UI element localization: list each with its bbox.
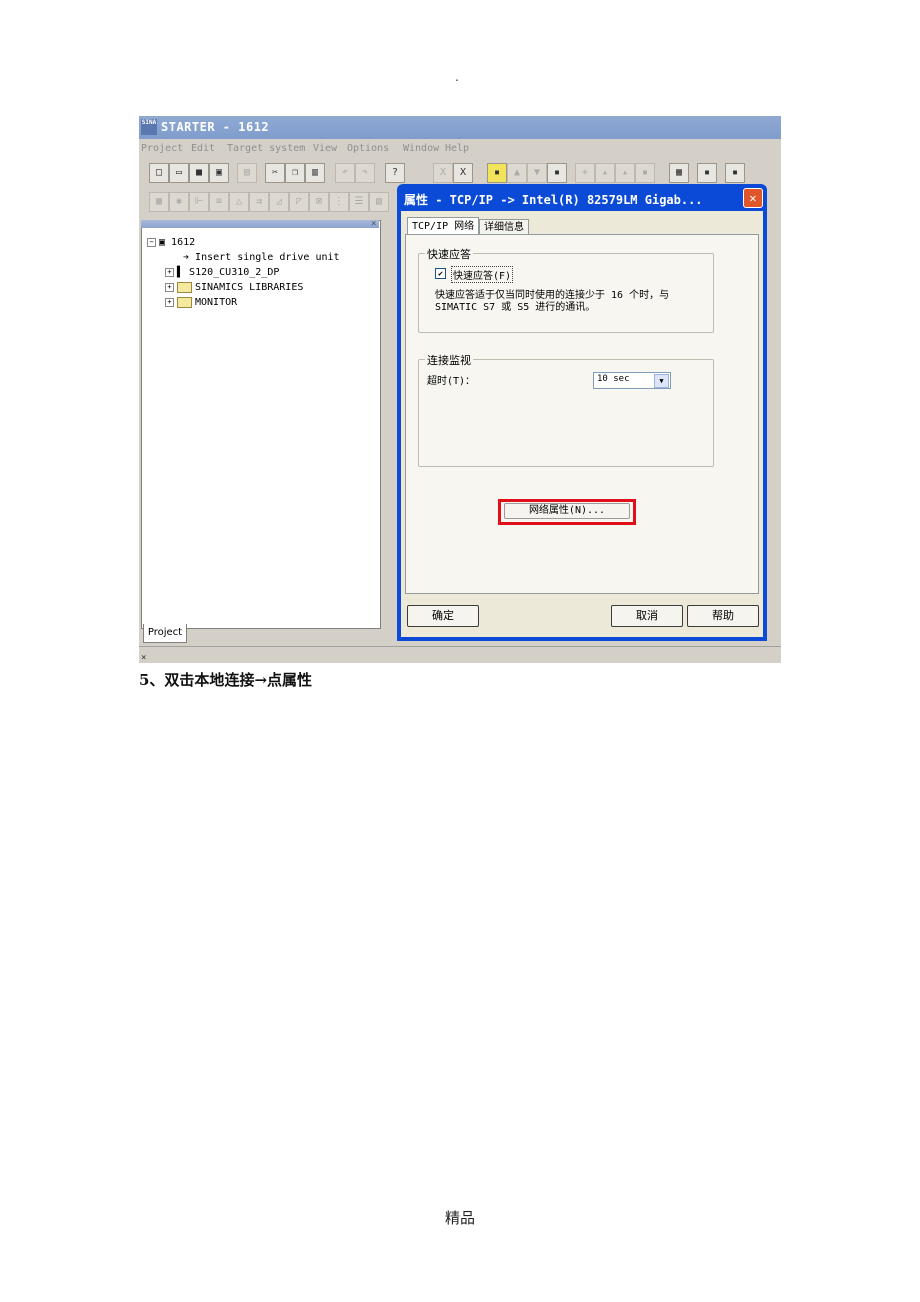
help-pointer-icon[interactable]: ? [385, 163, 405, 183]
tab-details[interactable]: 详细信息 [479, 219, 529, 235]
page-footer: 精品 [444, 1209, 475, 1227]
device-icon[interactable]: ▴ [615, 163, 635, 183]
project-icon: ▣ [159, 237, 172, 248]
quick-ack-label[interactable]: 快速应答(F) [451, 266, 514, 283]
connect-online-icon[interactable]: ▪ [487, 163, 507, 183]
tab-project[interactable]: Project [143, 624, 187, 643]
tab-panel: 快速应答 ✔ 快速应答(F) 快速应答适于仅当同时使用的连接少于 16 个时，与… [405, 234, 759, 594]
expand-icon[interactable]: + [165, 282, 174, 292]
drive-tool-9-icon[interactable]: ⊠ [309, 192, 329, 212]
open-icon[interactable]: ▭ [169, 163, 189, 183]
menu-options[interactable]: Options [347, 143, 389, 154]
status-close-icon[interactable]: × [141, 653, 146, 663]
toolbar-drive: ▦ ✱ ⊩ ≡ △ ⇉ ◿ ◸ ⊠ ⋮ ☰ ▧ [145, 192, 405, 214]
network-properties-button[interactable]: 网络属性(N)... [504, 503, 630, 519]
drive-tool-4-icon[interactable]: ≡ [209, 192, 229, 212]
drive-tool-10-icon[interactable]: ⋮ [329, 192, 349, 212]
toolbar-settings-icon[interactable]: ▪ [697, 163, 717, 183]
status-bar: × [139, 646, 781, 663]
toolbar-online: X X ▪ ▲ ▼ ▪ + ▴ ▴ ▪ ▦ ▪ ▪ [403, 163, 781, 185]
drive-tool-7-icon[interactable]: ◿ [269, 192, 289, 212]
drive-tool-2-icon[interactable]: ✱ [169, 192, 189, 212]
redo-icon[interactable]: ↷ [355, 163, 375, 183]
tree-item-project[interactable]: − ▣ 1612 [147, 236, 195, 250]
help-button[interactable]: 帮助 [687, 605, 759, 627]
control-icon[interactable]: + [575, 163, 595, 183]
new-icon[interactable]: □ [149, 163, 169, 183]
tree-item-libraries[interactable]: + SINAMICS LIBRARIES [165, 281, 303, 295]
menu-help[interactable]: Help [445, 143, 469, 154]
drive-tool-5-icon[interactable]: △ [229, 192, 249, 212]
print-icon[interactable]: ▤ [237, 163, 257, 183]
tab-tcpip-network[interactable]: TCP/IP 网络 [407, 217, 480, 235]
menu-window[interactable]: Window [403, 143, 439, 154]
variable-x2-icon[interactable]: X [453, 163, 473, 183]
drive-unit-icon: ▌ [177, 267, 190, 278]
folder-icon [177, 296, 192, 308]
copy-icon[interactable]: ❐ [285, 163, 305, 183]
cancel-button[interactable]: 取消 [611, 605, 683, 627]
save-compile-icon[interactable]: ▣ [209, 163, 229, 183]
folder-icon [177, 281, 192, 293]
quick-ack-group: 快速应答 ✔ 快速应答(F) 快速应答适于仅当同时使用的连接少于 16 个时，与… [418, 246, 714, 333]
target-device-icon[interactable]: ▪ [547, 163, 567, 183]
dialog-body: TCP/IP 网络 详细信息 快速应答 ✔ 快速应答(F) 快速应答适于仅当同时… [401, 211, 763, 637]
accessible-nodes-icon[interactable]: ▦ [669, 163, 689, 183]
menu-view[interactable]: View [313, 143, 337, 154]
drive-tool-3-icon[interactable]: ⊩ [189, 192, 209, 212]
window-title: STARTER - 1612 [161, 120, 270, 134]
app-icon: SINA [141, 119, 157, 135]
chevron-down-icon[interactable]: ▼ [654, 374, 669, 388]
variable-x1-icon[interactable]: X [433, 163, 453, 183]
collapse-icon[interactable]: − [147, 237, 156, 247]
undo-icon[interactable]: ↶ [335, 163, 355, 183]
insert-icon: ➔ [183, 252, 196, 263]
drive-tool-6-icon[interactable]: ⇉ [249, 192, 269, 212]
starter-window: SINA STARTER - 1612 Project Edit Target … [139, 116, 781, 663]
page-marker: . [455, 70, 459, 84]
drive-tool-11-icon[interactable]: ☰ [349, 192, 369, 212]
save-icon[interactable]: ■ [189, 163, 209, 183]
drive-tool-1-icon[interactable]: ▦ [149, 192, 169, 212]
menu-target-system[interactable]: Target system [227, 143, 305, 154]
expand-icon[interactable]: + [165, 297, 174, 307]
drive-tool-12-icon[interactable]: ▧ [369, 192, 389, 212]
restore-icon[interactable]: ▪ [635, 163, 655, 183]
step-caption: 5、双击本地连接→点属性 [139, 671, 313, 689]
cut-icon[interactable]: ✂ [265, 163, 285, 183]
timeout-label: 超时(T)： [427, 376, 476, 387]
connection-monitor-group-label: 连接监视 [425, 352, 473, 368]
drive-tool-8-icon[interactable]: ◸ [289, 192, 309, 212]
connection-monitor-group: 连接监视 超时(T)： 10 sec ▼ [418, 352, 714, 467]
dialog-title: 属性 - TCP/IP -> Intel(R) 82579LM Gigab... [404, 193, 703, 207]
ok-button[interactable]: 确定 [407, 605, 479, 627]
window-titlebar: SINA STARTER - 1612 [139, 116, 781, 139]
quick-ack-group-label: 快速应答 [425, 246, 473, 262]
download-icon[interactable]: ▲ [507, 163, 527, 183]
timeout-value: 10 sec [597, 374, 630, 384]
quick-ack-checkbox[interactable]: ✔ [435, 268, 446, 279]
tree-item-monitor[interactable]: + MONITOR [165, 296, 237, 310]
close-icon[interactable]: ✕ [743, 188, 763, 208]
menu-edit[interactable]: Edit [191, 143, 215, 154]
paste-icon[interactable]: ▥ [305, 163, 325, 183]
project-navigator-header [141, 220, 379, 228]
panel-close-icon[interactable]: × [371, 219, 376, 229]
expand-icon[interactable]: + [165, 267, 174, 277]
quick-ack-description-2: SIMATIC S7 或 S5 进行的通讯。 [435, 302, 596, 313]
toolbar-extra-icon[interactable]: ▪ [725, 163, 745, 183]
properties-dialog: 属性 - TCP/IP -> Intel(R) 82579LM Gigab...… [397, 184, 767, 641]
timeout-select[interactable]: 10 sec ▼ [593, 372, 671, 389]
menu-project[interactable]: Project [141, 143, 183, 154]
ram-rom-icon[interactable]: ▴ [595, 163, 615, 183]
tree-item-insert-drive[interactable]: ➔ Insert single drive unit [183, 251, 340, 265]
menu-bar: Project Edit Target system View Options … [139, 140, 781, 158]
upload-icon[interactable]: ▼ [527, 163, 547, 183]
tree-item-drive-unit[interactable]: + ▌ S120_CU310_2_DP [165, 266, 279, 280]
